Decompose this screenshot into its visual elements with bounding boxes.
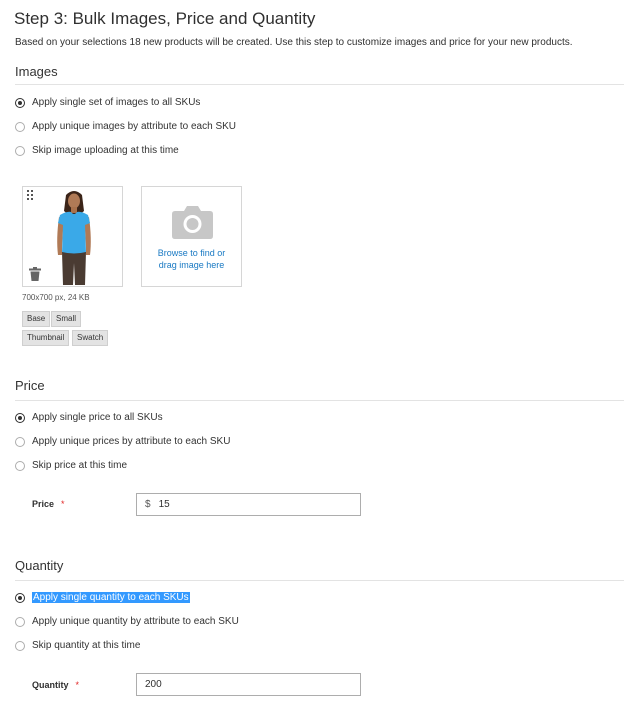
price-option-unique-label: Apply unique prices by attribute to each…: [32, 436, 231, 447]
image-role-small[interactable]: Small: [51, 311, 82, 327]
quantity-label-text: Quantity: [32, 680, 69, 690]
images-option-single-label: Apply single set of images to all SKUs: [32, 97, 201, 108]
quantity-input[interactable]: 200: [136, 673, 361, 696]
images-divider: [15, 84, 624, 85]
images-option-skip[interactable]: Skip image uploading at this time: [15, 145, 179, 156]
browse-link[interactable]: Browse to find or drag image here: [142, 247, 241, 271]
currency-symbol: $: [145, 499, 151, 510]
quantity-divider: [15, 580, 624, 581]
price-field-label: Price *: [32, 499, 65, 509]
browse-line-2: drag image here: [158, 260, 225, 270]
image-size-info: 700x700 px, 24 KB: [22, 293, 90, 302]
price-option-skip-label: Skip price at this time: [32, 460, 128, 471]
page-title: Step 3: Bulk Images, Price and Quantity: [14, 9, 316, 28]
images-option-single[interactable]: Apply single set of images to all SKUs: [15, 97, 200, 108]
required-marker: *: [75, 680, 80, 690]
quantity-section-title: Quantity: [15, 558, 64, 573]
image-role-thumbnail[interactable]: Thumbnail: [22, 330, 70, 346]
radio-icon[interactable]: [15, 616, 25, 627]
price-option-single-label: Apply single price to all SKUs: [32, 412, 163, 423]
camera-icon: [172, 206, 213, 239]
quantity-field-label: Quantity *: [32, 680, 79, 690]
price-option-skip[interactable]: Skip price at this time: [15, 460, 127, 471]
price-divider: [15, 400, 624, 401]
required-marker: *: [61, 499, 65, 509]
images-option-unique[interactable]: Apply unique images by attribute to each…: [15, 121, 236, 132]
quantity-option-single[interactable]: Apply single quantity to each SKUs: [15, 592, 190, 603]
quantity-option-single-label: Apply single quantity to each SKUs: [32, 592, 190, 603]
radio-icon[interactable]: [15, 145, 25, 156]
price-input[interactable]: $ 15: [136, 493, 361, 516]
quantity-option-unique[interactable]: Apply unique quantity by attribute to ea…: [15, 616, 239, 627]
quantity-value: 200: [145, 679, 162, 690]
images-option-unique-label: Apply unique images by attribute to each…: [32, 121, 237, 132]
price-option-single[interactable]: Apply single price to all SKUs: [15, 412, 163, 423]
radio-icon[interactable]: [15, 460, 25, 471]
radio-checked-icon[interactable]: [15, 412, 25, 423]
trash-icon[interactable]: [29, 267, 41, 281]
image-role-base[interactable]: Base: [22, 311, 51, 327]
price-section-title: Price: [15, 378, 45, 393]
radio-icon[interactable]: [15, 640, 25, 651]
radio-checked-icon[interactable]: [15, 97, 25, 108]
price-option-unique[interactable]: Apply unique prices by attribute to each…: [15, 436, 230, 447]
images-option-skip-label: Skip image uploading at this time: [32, 145, 179, 156]
price-value: 15: [158, 499, 170, 510]
radio-icon[interactable]: [15, 436, 25, 447]
price-label-text: Price: [32, 499, 55, 509]
drag-handle-icon[interactable]: [27, 190, 35, 202]
radio-icon[interactable]: [15, 121, 25, 132]
quantity-option-skip-label: Skip quantity at this time: [32, 640, 141, 651]
image-role-swatch[interactable]: Swatch: [72, 330, 109, 346]
images-section-title: Images: [15, 64, 58, 79]
radio-checked-icon[interactable]: [15, 592, 25, 603]
image-upload-dropzone[interactable]: Browse to find or drag image here: [141, 186, 242, 287]
quantity-option-skip[interactable]: Skip quantity at this time: [15, 640, 140, 651]
product-image: [57, 191, 91, 285]
image-preview-card[interactable]: [22, 186, 123, 287]
browse-line-1: Browse to find or: [157, 248, 226, 258]
quantity-option-unique-label: Apply unique quantity by attribute to ea…: [32, 616, 239, 627]
page-subtitle: Based on your selections 18 new products…: [15, 37, 573, 48]
